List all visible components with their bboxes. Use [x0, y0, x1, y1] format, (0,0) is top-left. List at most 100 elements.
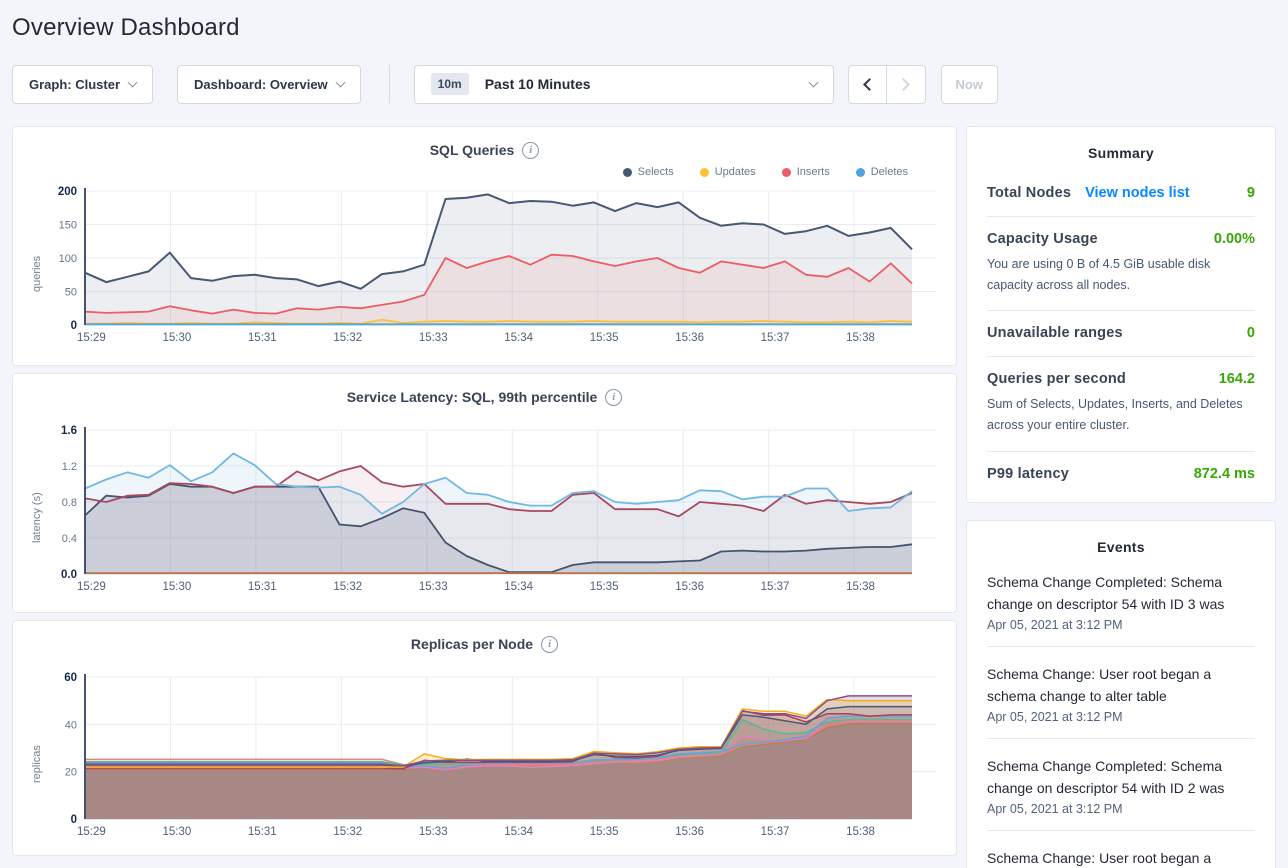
- range-badge: 10m: [431, 73, 469, 95]
- svg-text:150: 150: [59, 220, 77, 232]
- event-item[interactable]: Schema Change Completed: Schema change o…: [987, 571, 1255, 632]
- svg-text:15:35: 15:35: [590, 581, 619, 593]
- chart-body: latency (s) 0.00.40.81.21.615:2915:3015:…: [29, 422, 940, 596]
- time-range-picker[interactable]: 10m Past 10 Minutes: [414, 65, 834, 104]
- prev-range-button[interactable]: [848, 65, 887, 104]
- summary-row-queries-per-second: Queries per second 164.2 Sum of Selects,…: [987, 371, 1255, 435]
- chevron-right-icon: [897, 78, 910, 91]
- service-latency-chart: 0.00.40.81.21.615:2915:3015:3115:3215:33…: [45, 422, 938, 596]
- info-icon[interactable]: i: [522, 142, 539, 159]
- legend-dot: [856, 168, 865, 177]
- summary-row-p99-latency: P99 latency 872.4 ms: [987, 466, 1255, 482]
- dashboard-controls: Graph: Cluster Dashboard: Overview 10m P…: [12, 64, 1276, 104]
- chart-title: SQL Queries: [430, 142, 515, 158]
- svg-text:1.6: 1.6: [61, 425, 77, 437]
- event-timestamp: Apr 05, 2021 at 3:12 PM: [987, 618, 1255, 632]
- svg-text:15:37: 15:37: [761, 581, 790, 593]
- event-item[interactable]: Schema Change Completed: Schema change o…: [987, 755, 1255, 816]
- chart-title-row: SQL Queries i: [29, 139, 940, 161]
- legend-item-deletes[interactable]: Deletes: [856, 166, 908, 178]
- graph-dropdown[interactable]: Graph: Cluster: [12, 65, 153, 104]
- summary-description: You are using 0 B of 4.5 GiB usable disk…: [987, 254, 1255, 295]
- legend-dot: [782, 168, 791, 177]
- chevron-down-icon: [335, 77, 345, 87]
- summary-value: 0.00%: [1214, 231, 1255, 247]
- divider: [389, 65, 390, 103]
- legend-label: Selects: [638, 166, 674, 178]
- svg-text:200: 200: [58, 186, 77, 198]
- summary-row-capacity-usage: Capacity Usage 0.00% You are using 0 B o…: [987, 231, 1255, 295]
- event-timestamp: Apr 05, 2021 at 3:12 PM: [987, 710, 1255, 724]
- view-nodes-list-link[interactable]: View nodes list: [1085, 185, 1190, 201]
- service-latency-chart-panel: Service Latency: SQL, 99th percentile i …: [12, 373, 957, 613]
- legend-item-updates[interactable]: Updates: [700, 166, 756, 178]
- summary-label: Total Nodes: [987, 185, 1071, 201]
- svg-text:15:29: 15:29: [77, 826, 106, 838]
- main-content: SQL Queries i Selects Updates Inserts De…: [12, 126, 1276, 868]
- replicas-per-node-chart: 020406015:2915:3015:3115:3215:3315:3415:…: [45, 669, 938, 841]
- svg-text:15:30: 15:30: [162, 581, 191, 593]
- svg-text:40: 40: [65, 719, 77, 731]
- svg-text:15:38: 15:38: [846, 332, 875, 344]
- svg-text:15:31: 15:31: [248, 581, 277, 593]
- svg-text:15:30: 15:30: [162, 332, 191, 344]
- svg-text:0: 0: [71, 814, 77, 826]
- sql-queries-chart: 05010015020015:2915:3015:3115:3215:3315:…: [45, 183, 938, 347]
- divider: [987, 356, 1255, 357]
- next-range-button[interactable]: [887, 65, 926, 104]
- chevron-down-icon: [128, 77, 138, 87]
- summary-label: Unavailable ranges: [987, 325, 1123, 341]
- svg-text:15:34: 15:34: [504, 332, 533, 344]
- legend-item-selects[interactable]: Selects: [623, 166, 674, 178]
- svg-text:15:35: 15:35: [590, 332, 619, 344]
- info-icon[interactable]: i: [605, 389, 622, 406]
- legend-item-inserts[interactable]: Inserts: [782, 166, 830, 178]
- svg-text:15:31: 15:31: [248, 332, 277, 344]
- summary-value: 872.4 ms: [1194, 466, 1255, 482]
- event-message: Schema Change: User root began a schema …: [987, 847, 1255, 868]
- svg-text:1.2: 1.2: [62, 461, 77, 473]
- graph-dropdown-label: Graph: Cluster: [29, 77, 120, 92]
- svg-text:0.8: 0.8: [62, 497, 77, 509]
- svg-text:15:31: 15:31: [248, 826, 277, 838]
- svg-text:15:33: 15:33: [419, 332, 448, 344]
- info-icon[interactable]: i: [541, 636, 558, 653]
- summary-title: Summary: [987, 145, 1255, 161]
- range-label: Past 10 Minutes: [485, 76, 591, 92]
- svg-text:15:33: 15:33: [419, 581, 448, 593]
- divider: [987, 310, 1255, 311]
- dashboard-dropdown[interactable]: Dashboard: Overview: [177, 65, 361, 104]
- svg-text:15:36: 15:36: [675, 581, 704, 593]
- event-timestamp: Apr 05, 2021 at 3:12 PM: [987, 802, 1255, 816]
- legend-label: Inserts: [797, 166, 830, 178]
- summary-value: 164.2: [1219, 371, 1255, 387]
- svg-text:0: 0: [71, 320, 77, 332]
- side-column: Summary Total Nodes View nodes list 9 Ca…: [966, 126, 1276, 868]
- svg-text:0.4: 0.4: [62, 533, 77, 545]
- y-axis-label: replicas: [29, 669, 45, 841]
- svg-text:20: 20: [65, 767, 77, 779]
- legend-dot: [700, 168, 709, 177]
- now-button[interactable]: Now: [941, 65, 998, 104]
- event-item[interactable]: Schema Change: User root began a schema …: [987, 847, 1255, 868]
- chart-body: replicas 020406015:2915:3015:3115:3215:3…: [29, 669, 940, 841]
- events-title: Events: [987, 539, 1255, 555]
- page-title: Overview Dashboard: [12, 14, 1288, 42]
- svg-text:15:33: 15:33: [419, 826, 448, 838]
- legend-label: Deletes: [871, 166, 908, 178]
- svg-text:60: 60: [64, 672, 77, 684]
- svg-text:50: 50: [65, 287, 77, 299]
- chart-title-row: Service Latency: SQL, 99th percentile i: [29, 386, 940, 408]
- events-panel: Events Schema Change Completed: Schema c…: [966, 520, 1276, 868]
- event-item[interactable]: Schema Change: User root began a schema …: [987, 663, 1255, 724]
- summary-panel: Summary Total Nodes View nodes list 9 Ca…: [966, 126, 1276, 503]
- summary-row-total-nodes: Total Nodes View nodes list 9: [987, 185, 1255, 201]
- svg-text:15:37: 15:37: [761, 826, 790, 838]
- chart-title: Service Latency: SQL, 99th percentile: [347, 389, 598, 405]
- legend-label: Updates: [715, 166, 756, 178]
- dashboard-dropdown-label: Dashboard: Overview: [194, 77, 328, 92]
- svg-text:15:34: 15:34: [504, 826, 533, 838]
- divider: [987, 646, 1255, 647]
- chart-body: queries 05010015020015:2915:3015:3115:32…: [29, 183, 940, 347]
- event-message: Schema Change: User root began a schema …: [987, 663, 1255, 707]
